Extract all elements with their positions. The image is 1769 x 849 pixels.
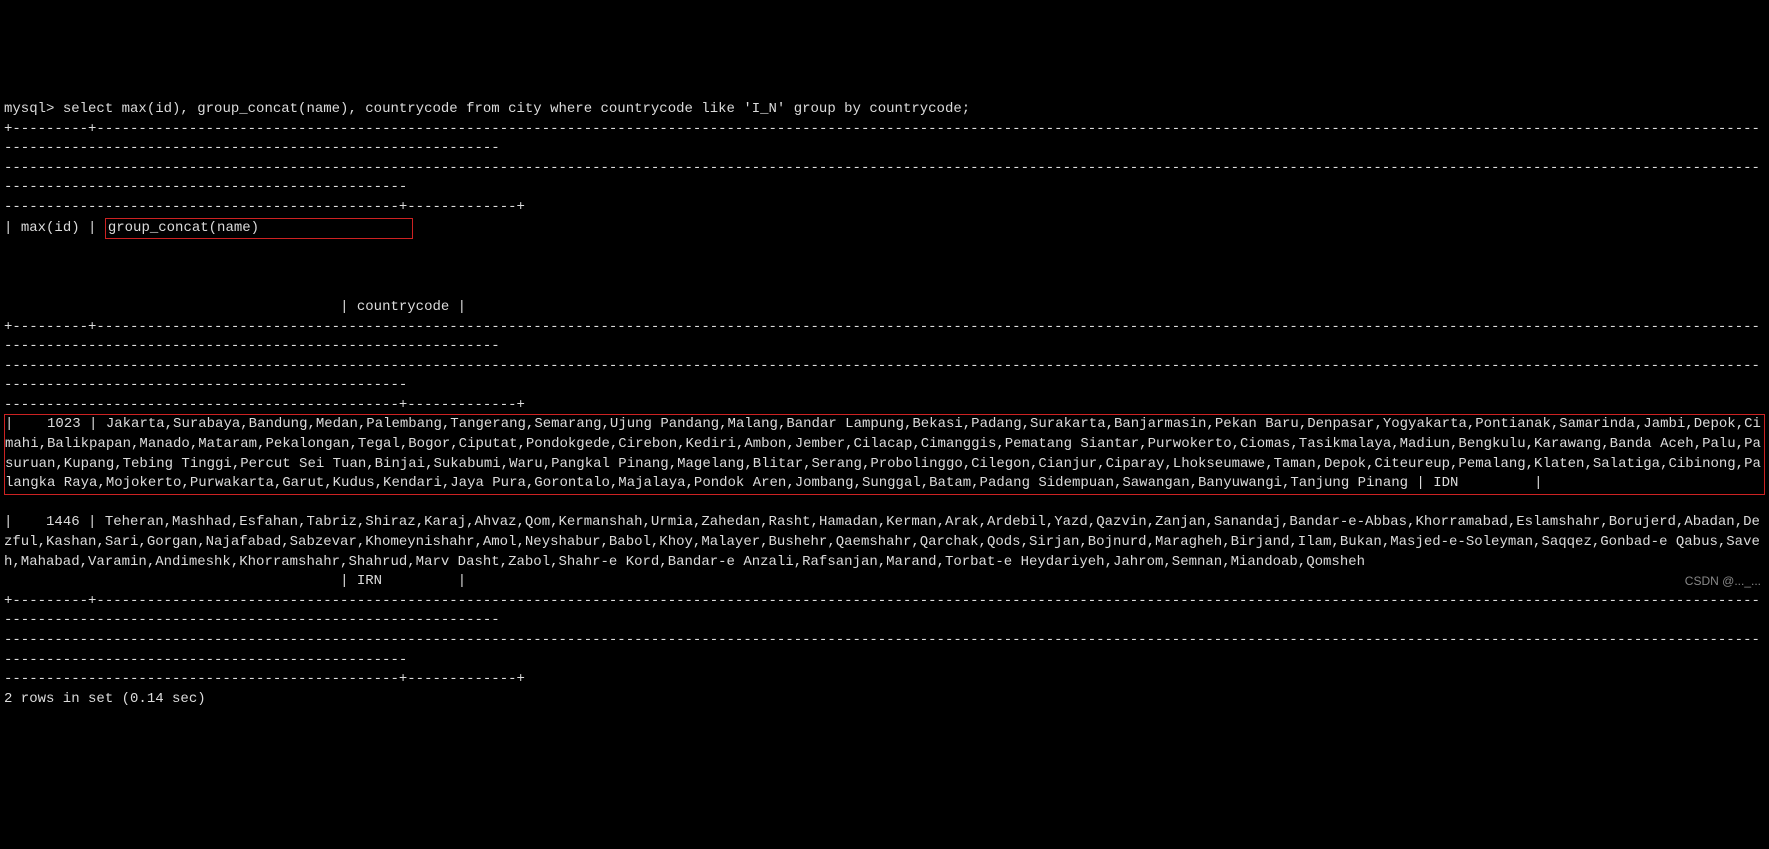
sep-bot: +---------+-----------------------------… — [4, 593, 1760, 687]
col-countrycode: | countrycode | — [4, 299, 466, 315]
sql-query: select max(id), group_concat(name), coun… — [63, 101, 970, 117]
col-maxid: max(id) — [21, 220, 80, 236]
row-2-id: 1446 — [46, 514, 80, 530]
sep-mid: +---------+-----------------------------… — [4, 319, 1760, 413]
row-1-names: Jakarta,Surabaya,Bandung,Medan,Palembang… — [5, 416, 1761, 491]
header-line: | max(id) | group_concat(name) | country… — [4, 220, 466, 315]
result-footer: 2 rows in set (0.14 sec) — [4, 691, 206, 707]
row-1-cc: IDN — [1433, 475, 1458, 491]
row-2-cc: IRN — [357, 573, 382, 589]
row-2-names: Teheran,Mashhad,Esfahan,Tabriz,Shiraz,Ka… — [4, 514, 1760, 569]
col-group-concat-highlight: group_concat(name) — [105, 218, 413, 240]
row-1-highlight: | 1023 | Jakarta,Surabaya,Bandung,Medan,… — [4, 414, 1765, 494]
watermark: CSDN @..._... — [1685, 573, 1761, 590]
prompt-line[interactable]: mysql> select max(id), group_concat(name… — [4, 101, 970, 117]
mysql-prompt: mysql> — [4, 101, 63, 117]
row-2: | 1446 | Teheran,Mashhad,Esfahan,Tabriz,… — [4, 514, 1760, 589]
terminal-output: mysql> select max(id), group_concat(name… — [0, 78, 1769, 711]
row-1-id: 1023 — [47, 416, 81, 432]
sep-top: +---------+-----------------------------… — [4, 121, 1760, 215]
